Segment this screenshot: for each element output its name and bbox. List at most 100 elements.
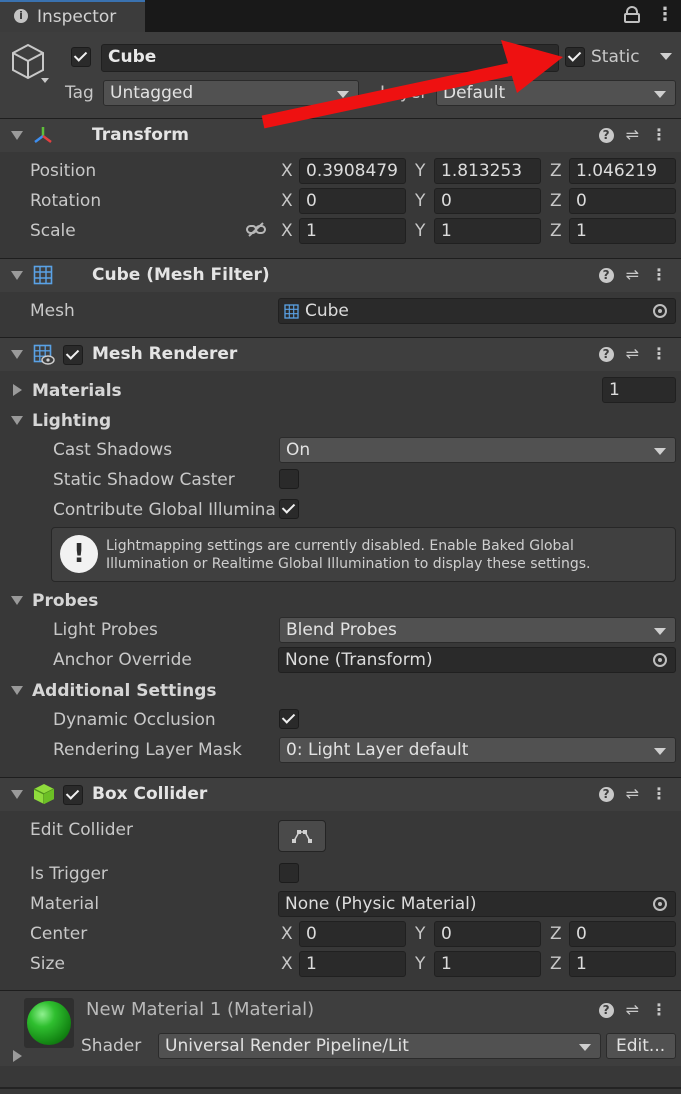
light-probes-dropdown[interactable]: Blend Probes <box>279 617 676 643</box>
additional-settings-foldout-icon[interactable] <box>11 686 23 695</box>
contribute-gi-checkbox[interactable] <box>279 499 299 519</box>
inspector-tab[interactable]: i Inspector <box>0 0 145 32</box>
help-icon[interactable]: ? <box>598 268 614 283</box>
tag-value: Untagged <box>110 83 194 103</box>
help-icon[interactable]: ? <box>598 347 614 362</box>
lighting-label[interactable]: Lighting <box>32 410 111 432</box>
center-y-field[interactable]: 0 <box>434 921 541 947</box>
context-menu-icon[interactable]: ⋮ <box>651 999 667 1021</box>
object-picker-icon[interactable] <box>653 304 667 318</box>
help-icon[interactable]: ? <box>598 128 614 143</box>
static-shadow-caster-label: Static Shadow Caster <box>53 470 235 490</box>
shader-edit-button[interactable]: Edit... <box>606 1033 676 1059</box>
object-picker-icon[interactable] <box>653 653 667 667</box>
context-menu-icon[interactable]: ⋮ <box>651 124 667 146</box>
foldout-arrow-icon[interactable] <box>11 271 23 280</box>
lock-body-icon <box>624 13 640 23</box>
warning-info-icon: ! <box>60 535 98 573</box>
position-y-field[interactable]: 1.813253 <box>434 158 541 184</box>
mesh-label: Mesh <box>30 301 75 321</box>
scale-z-field[interactable]: 1 <box>569 218 676 244</box>
box-collider-title: Box Collider <box>92 784 208 804</box>
box-collider-header[interactable]: Box Collider ? ⇌ ⋮ <box>0 777 681 811</box>
annotation-arrow-icon <box>261 40 563 129</box>
presets-icon[interactable]: ⇌ <box>626 783 639 805</box>
shader-dropdown[interactable]: Universal Render Pipeline/Lit <box>158 1033 601 1059</box>
context-menu-icon[interactable]: ⋮ <box>651 783 667 805</box>
context-menu-icon[interactable]: ⋮ <box>651 343 667 365</box>
center-z-field[interactable]: 0 <box>569 921 676 947</box>
component-header-icons: ? ⇌ ⋮ <box>587 124 667 146</box>
position-x-field[interactable]: 0.3908479 <box>299 158 406 184</box>
materials-count-field[interactable]: 1 <box>602 377 676 403</box>
cast-shadows-dropdown[interactable]: On <box>279 437 676 463</box>
additional-settings-label[interactable]: Additional Settings <box>32 680 217 702</box>
lightmapping-info-box: ! Lightmapping settings are currently di… <box>51 527 676 582</box>
rendering-layer-mask-label: Rendering Layer Mask <box>53 740 242 760</box>
edit-button-label: Edit... <box>616 1036 666 1056</box>
object-picker-icon[interactable] <box>653 897 667 911</box>
presets-icon[interactable]: ⇌ <box>626 124 639 146</box>
probes-label[interactable]: Probes <box>32 590 98 612</box>
rotation-y-field[interactable]: 0 <box>434 188 541 214</box>
edit-collider-button[interactable] <box>278 820 326 852</box>
static-dropdown-caret[interactable] <box>660 53 672 60</box>
scale-x-field[interactable]: 1 <box>299 218 406 244</box>
constrain-proportions-icon[interactable] <box>246 222 266 238</box>
mesh-renderer-enabled-checkbox[interactable] <box>63 345 83 365</box>
help-icon[interactable]: ? <box>598 1003 614 1018</box>
anchor-override-field[interactable]: None (Transform) <box>278 647 676 673</box>
material-foldout-icon[interactable] <box>13 1050 22 1062</box>
collider-material-label: Material <box>30 894 100 914</box>
chevron-down-icon <box>654 748 666 755</box>
tab-menu-icon[interactable]: ⋮ <box>656 4 674 26</box>
presets-icon[interactable]: ⇌ <box>626 343 639 365</box>
active-checkbox[interactable] <box>71 47 91 67</box>
mesh-filter-header[interactable]: Cube (Mesh Filter) ? ⇌ ⋮ <box>0 258 681 292</box>
size-x-field[interactable]: 1 <box>299 951 406 977</box>
scale-y-field[interactable]: 1 <box>434 218 541 244</box>
foldout-arrow-icon[interactable] <box>11 350 23 359</box>
axis-z-label: Z <box>550 924 562 944</box>
light-probes-label: Light Probes <box>53 620 158 640</box>
cast-shadows-value: On <box>286 440 311 460</box>
foldout-arrow-icon[interactable] <box>11 790 23 799</box>
box-collider-enabled-checkbox[interactable] <box>63 785 83 805</box>
axis-x-label: X <box>281 191 293 211</box>
mesh-object-field[interactable]: Cube <box>278 298 676 324</box>
help-icon[interactable]: ? <box>598 787 614 802</box>
lighting-foldout-icon[interactable] <box>11 416 23 425</box>
rendering-layer-mask-dropdown[interactable]: 0: Light Layer default <box>279 737 676 763</box>
chevron-down-icon <box>654 628 666 635</box>
rotation-z-field[interactable]: 0 <box>569 188 676 214</box>
shader-label: Shader <box>81 1036 142 1056</box>
cube-object-icon <box>12 43 49 83</box>
component-header-icons: ? ⇌ ⋮ <box>587 343 667 365</box>
mesh-renderer-title: Mesh Renderer <box>92 344 238 364</box>
chevron-down-icon <box>654 448 666 455</box>
mesh-renderer-header[interactable]: Mesh Renderer ? ⇌ ⋮ <box>0 337 681 371</box>
collider-material-value: None (Physic Material) <box>285 894 477 914</box>
is-trigger-checkbox[interactable] <box>279 863 299 883</box>
cast-shadows-label: Cast Shadows <box>53 440 173 460</box>
context-menu-icon[interactable]: ⋮ <box>651 264 667 286</box>
presets-icon[interactable]: ⇌ <box>626 999 639 1021</box>
materials-foldout-icon[interactable] <box>13 384 22 396</box>
center-x-field[interactable]: 0 <box>299 921 406 947</box>
axis-y-label: Y <box>415 221 426 241</box>
axis-z-label: Z <box>550 221 562 241</box>
size-z-field[interactable]: 1 <box>569 951 676 977</box>
axis-y-label: Y <box>415 954 426 974</box>
presets-icon[interactable]: ⇌ <box>626 264 639 286</box>
position-z-field[interactable]: 1.046219 <box>569 158 676 184</box>
foldout-arrow-icon[interactable] <box>11 131 23 140</box>
dynamic-occlusion-checkbox[interactable] <box>279 709 299 729</box>
static-shadow-caster-checkbox[interactable] <box>279 469 299 489</box>
materials-label[interactable]: Materials <box>32 380 122 402</box>
collider-material-field[interactable]: None (Physic Material) <box>278 891 676 917</box>
shader-value: Universal Render Pipeline/Lit <box>165 1036 409 1056</box>
edit-collider-icon <box>292 830 312 843</box>
size-y-field[interactable]: 1 <box>434 951 541 977</box>
probes-foldout-icon[interactable] <box>11 596 23 605</box>
rotation-x-field[interactable]: 0 <box>299 188 406 214</box>
